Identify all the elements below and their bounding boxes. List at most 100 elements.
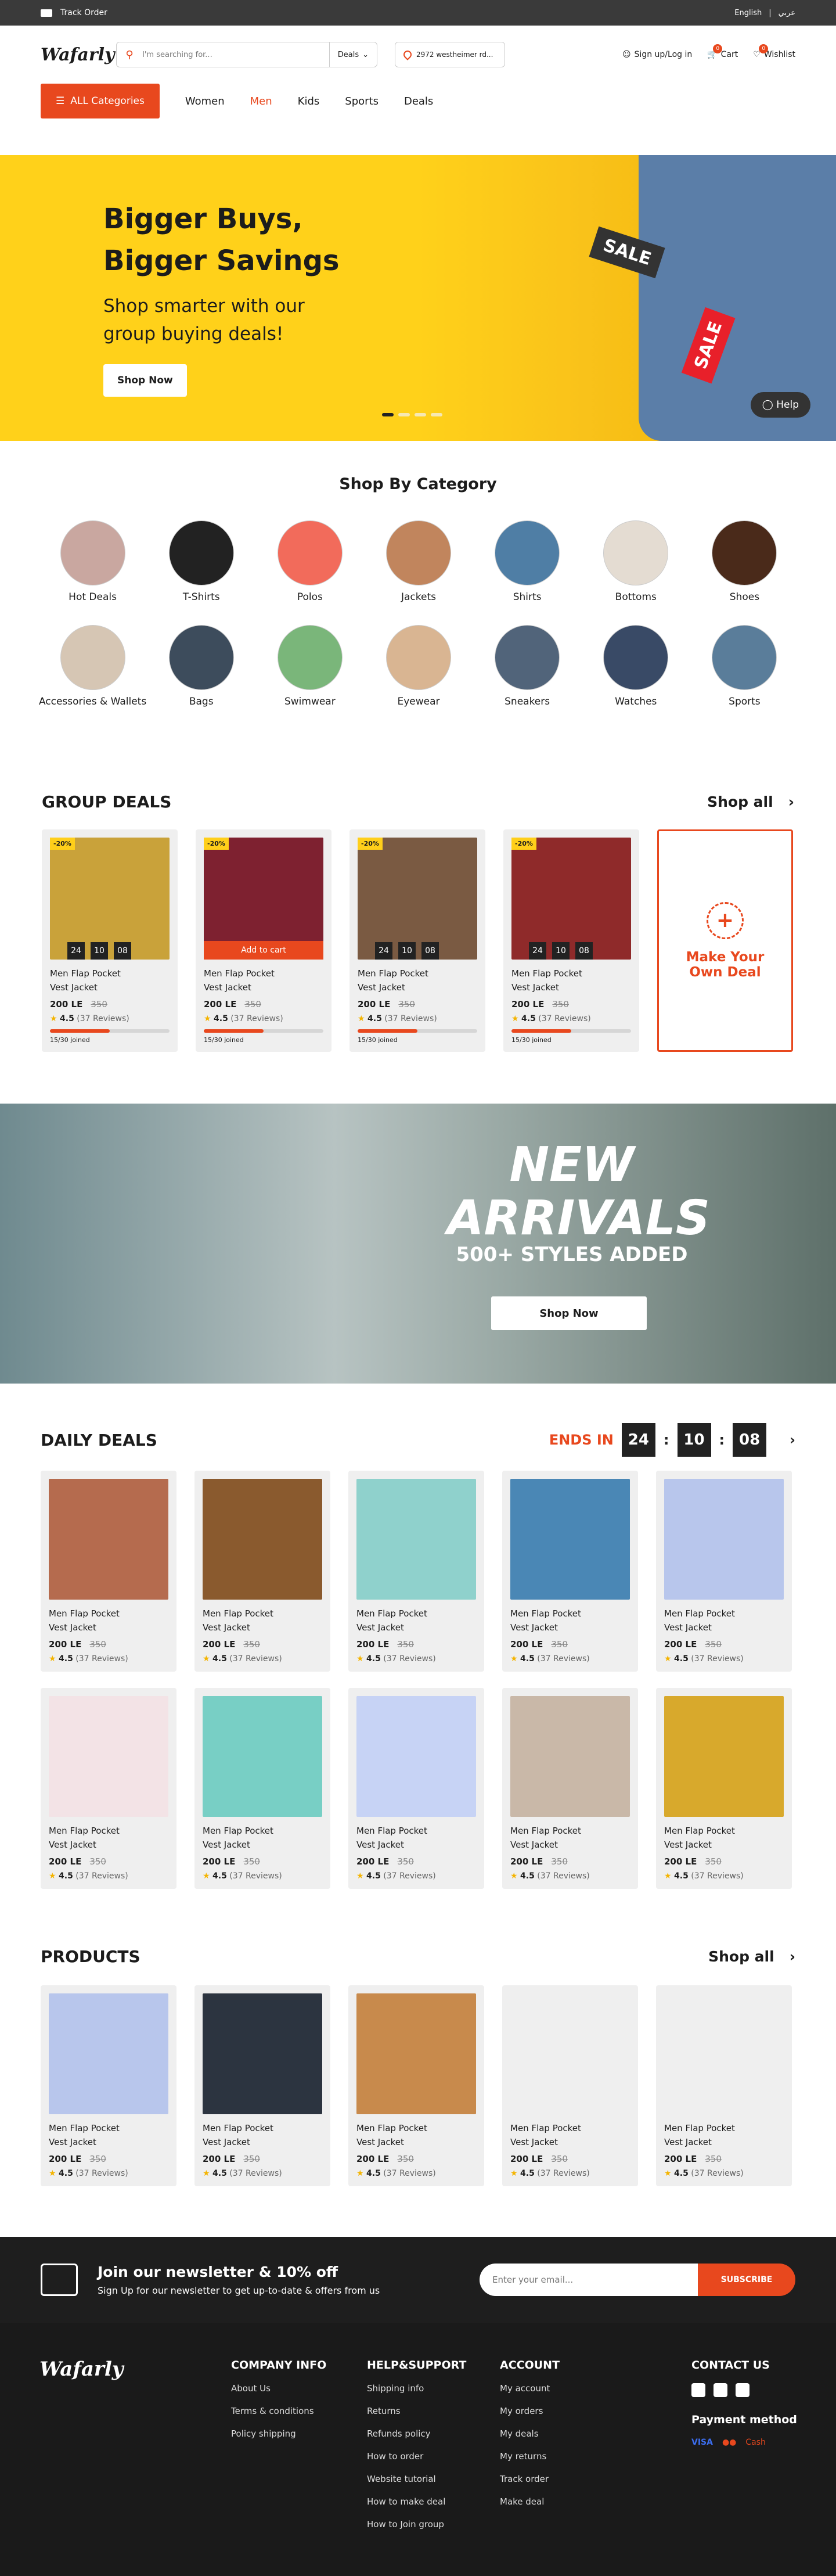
category-item[interactable]: Sports [690, 625, 799, 707]
products-shop-all[interactable]: Shop all › [708, 1948, 795, 1965]
product-card[interactable]: Men Flap Pocket Vest Jacket 200 LE 350 ★ 4.5… [194, 1688, 330, 1889]
lang-english[interactable]: English [734, 9, 762, 17]
product-title[interactable]: Men Flap Pocket Vest Jacket [204, 967, 323, 994]
product-card[interactable]: Men Flap Pocket Vest Jacket 200 LE 350 ★ 4.5… [41, 1471, 176, 1672]
product-title[interactable]: Men Flap Pocket Vest Jacket [510, 1824, 630, 1852]
product-image[interactable]: -20% 24 10 08 [358, 838, 477, 960]
product-card[interactable]: -20% 24 10 08 Men Flap Pocket Vest Jacket 200 … [42, 829, 178, 1052]
product-card[interactable]: Men Flap Pocket Vest Jacket 200 LE 350 ★ 4.5… [656, 1688, 792, 1889]
footer-link[interactable]: My returns [500, 2451, 560, 2462]
product-title[interactable]: Men Flap Pocket Vest Jacket [49, 1607, 168, 1634]
product-image[interactable] [203, 1479, 322, 1600]
linkedin-icon[interactable] [736, 2383, 749, 2397]
product-title[interactable]: Men Flap Pocket Vest Jacket [511, 967, 631, 994]
footer-link[interactable]: Terms & conditions [231, 2406, 326, 2416]
slider-dot[interactable] [431, 413, 442, 416]
category-item[interactable]: Sneakers [473, 625, 582, 707]
product-image[interactable] [49, 1479, 168, 1600]
product-title[interactable]: Men Flap Pocket Vest Jacket [664, 1607, 784, 1634]
category-item[interactable]: Accessories & Wallets [38, 625, 147, 707]
product-title[interactable]: Men Flap Pocket Vest Jacket [358, 967, 477, 994]
footer-link[interactable]: How to order [367, 2451, 466, 2462]
product-image[interactable] [49, 1696, 168, 1817]
category-item[interactable]: Hot Deals [38, 520, 147, 603]
category-item[interactable]: Bottoms [582, 520, 690, 603]
instagram-icon[interactable] [714, 2383, 727, 2397]
search-scope-select[interactable]: Deals ⌄ [329, 42, 377, 67]
make-your-own-deal-button[interactable]: + Make Your Own Deal [657, 829, 793, 1052]
footer-link[interactable]: My deals [500, 2428, 560, 2439]
footer-link[interactable]: Track order [500, 2474, 560, 2484]
search-input[interactable] [142, 50, 329, 59]
add-to-cart-button[interactable]: Add to cart [204, 941, 323, 960]
product-title[interactable]: Men Flap Pocket Vest Jacket [356, 1824, 476, 1852]
product-card[interactable]: Men Flap Pocket Vest Jacket 200 LE 350 ★ 4.5… [502, 1688, 638, 1889]
product-card[interactable]: Men Flap Pocket Vest Jacket 200 LE 350 ★ 4.5… [348, 1985, 484, 2186]
category-item[interactable]: Shirts [473, 520, 582, 603]
product-card[interactable]: Men Flap Pocket Vest Jacket 200 LE 350 ★ 4.5… [656, 1985, 792, 2186]
product-image[interactable] [356, 1479, 476, 1600]
subscribe-button[interactable]: SUBSCRIBE [698, 2264, 795, 2296]
category-item[interactable]: Watches [582, 625, 690, 707]
product-card[interactable]: Men Flap Pocket Vest Jacket 200 LE 350 ★ 4.5… [502, 1471, 638, 1672]
footer-link[interactable]: About Us [231, 2383, 326, 2394]
footer-link[interactable]: Make deal [500, 2496, 560, 2507]
product-image[interactable] [664, 1993, 784, 2114]
product-card[interactable]: Men Flap Pocket Vest Jacket 200 LE 350 ★ 4.5… [194, 1471, 330, 1672]
product-image[interactable] [356, 1696, 476, 1817]
slider-dot[interactable] [398, 413, 410, 416]
product-image[interactable]: -20% Add to cart [204, 838, 323, 960]
nav-item-sports[interactable]: Sports [345, 95, 379, 107]
product-card[interactable]: Men Flap Pocket Vest Jacket 200 LE 350 ★ 4.5… [656, 1471, 792, 1672]
product-title[interactable]: Men Flap Pocket Vest Jacket [50, 967, 170, 994]
footer-link[interactable]: Policy shipping [231, 2428, 326, 2439]
search-icon[interactable]: ⚲ [117, 49, 142, 61]
wishlist-button[interactable]: ♡ 0 Wishlist [753, 44, 795, 59]
product-image[interactable] [664, 1696, 784, 1817]
product-card[interactable]: Men Flap Pocket Vest Jacket 200 LE 350 ★ 4.5… [348, 1471, 484, 1672]
product-card[interactable]: Men Flap Pocket Vest Jacket 200 LE 350 ★ 4.5… [41, 1688, 176, 1889]
product-title[interactable]: Men Flap Pocket Vest Jacket [203, 1824, 322, 1852]
slider-dot[interactable] [415, 413, 426, 416]
logo[interactable]: Wafarly [41, 45, 115, 65]
cart-button[interactable]: 🛒 0 Cart [707, 44, 738, 59]
product-title[interactable]: Men Flap Pocket Vest Jacket [203, 1607, 322, 1634]
product-card[interactable]: Men Flap Pocket Vest Jacket 200 LE 350 ★ 4.5… [194, 1985, 330, 2186]
product-title[interactable]: Men Flap Pocket Vest Jacket [510, 1607, 630, 1634]
product-image[interactable] [203, 1696, 322, 1817]
nav-item-kids[interactable]: Kids [298, 95, 320, 107]
help-button[interactable]: ◯ Help [750, 392, 810, 418]
product-image[interactable]: -20% 24 10 08 [511, 838, 631, 960]
product-image[interactable] [203, 1993, 322, 2114]
product-card[interactable]: -20% Add to cart Men Flap Pocket Vest Jacke… [196, 829, 331, 1052]
newsletter-email-input[interactable] [480, 2264, 698, 2296]
nav-item-men[interactable]: Men [250, 95, 272, 107]
nav-item-deals[interactable]: Deals [404, 95, 433, 107]
footer-link[interactable]: My orders [500, 2406, 560, 2416]
product-card[interactable]: -20% 24 10 08 Men Flap Pocket Vest Jacket 200 … [503, 829, 639, 1052]
product-image[interactable] [664, 1479, 784, 1600]
footer-link[interactable]: Website tutorial [367, 2474, 466, 2484]
product-title[interactable]: Men Flap Pocket Vest Jacket [664, 1824, 784, 1852]
product-title[interactable]: Men Flap Pocket Vest Jacket [203, 2121, 322, 2149]
product-card[interactable]: Men Flap Pocket Vest Jacket 200 LE 350 ★ 4.5… [502, 1985, 638, 2186]
track-order-link[interactable]: Track Order [41, 8, 107, 17]
footer-link[interactable]: How to make deal [367, 2496, 466, 2507]
product-image[interactable] [510, 1993, 630, 2114]
category-item[interactable]: Shoes [690, 520, 799, 603]
product-card[interactable]: Men Flap Pocket Vest Jacket 200 LE 350 ★ 4.5… [348, 1688, 484, 1889]
footer-link[interactable]: My account [500, 2383, 560, 2394]
slider-dot[interactable] [382, 413, 394, 416]
product-image[interactable]: -20% 24 10 08 [50, 838, 170, 960]
hero-shop-now-button[interactable]: Shop Now [103, 364, 187, 397]
product-image[interactable] [356, 1993, 476, 2114]
product-title[interactable]: Men Flap Pocket Vest Jacket [356, 1607, 476, 1634]
category-item[interactable]: Jackets [364, 520, 473, 603]
category-item[interactable]: Polos [255, 520, 364, 603]
product-title[interactable]: Men Flap Pocket Vest Jacket [49, 1824, 168, 1852]
product-image[interactable] [49, 1993, 168, 2114]
product-title[interactable]: Men Flap Pocket Vest Jacket [356, 2121, 476, 2149]
group-deals-shop-all[interactable]: Shop all › [707, 793, 794, 810]
product-card[interactable]: -20% 24 10 08 Men Flap Pocket Vest Jacket 200 … [349, 829, 485, 1052]
category-item[interactable]: Eyewear [364, 625, 473, 707]
